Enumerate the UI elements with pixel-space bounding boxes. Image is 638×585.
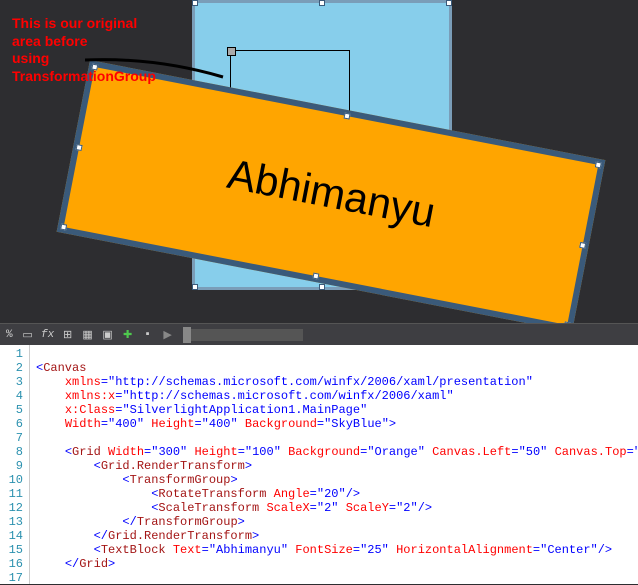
grid-handle-ne[interactable] (595, 161, 602, 168)
line-number: 9 (0, 459, 29, 473)
zoom-slider[interactable] (183, 329, 303, 341)
line-number: 4 (0, 389, 29, 403)
line-number: 12 (0, 501, 29, 515)
line-number: 11 (0, 487, 29, 501)
grid-handle-n[interactable] (343, 112, 350, 119)
snaplines-button[interactable]: ▣ (99, 326, 117, 344)
line-number: 10 (0, 473, 29, 487)
code-content[interactable]: <Canvas xmlns="http://schemas.microsoft.… (30, 345, 638, 584)
line-number: 14 (0, 529, 29, 543)
zoom-fit-button[interactable]: ▭ (19, 326, 37, 344)
line-number: 15 (0, 543, 29, 557)
effects-fx-button[interactable]: fx (39, 326, 57, 344)
snap-toggle-button[interactable]: ▦ (79, 326, 97, 344)
add-button[interactable]: ✚ (119, 326, 137, 344)
annotation-arrow (85, 55, 230, 87)
grid-toggle-button[interactable]: ⊞ (59, 326, 77, 344)
designer-toolbar: % ▭ fx ⊞ ▦ ▣ ✚ ▪ ▶ (0, 323, 638, 345)
line-number: 8 (0, 445, 29, 459)
designer-pane[interactable]: Abhimanyu This is our original area befo… (0, 0, 638, 323)
grid-handle-w[interactable] (76, 144, 83, 151)
grid-handle-sw[interactable] (60, 224, 67, 231)
line-number: 6 (0, 417, 29, 431)
line-number: 3 (0, 375, 29, 389)
line-number: 17 (0, 571, 29, 585)
grid-handle-s[interactable] (312, 272, 319, 279)
annotation-line-2: area before (12, 33, 156, 51)
grid-handle-e[interactable] (579, 241, 586, 248)
code-editor[interactable]: 1234567891011121314151617 <Canvas xmlns=… (0, 345, 638, 584)
comment-button[interactable]: ▪ (139, 326, 157, 344)
line-number: 2 (0, 361, 29, 375)
grid-handle-se[interactable] (564, 321, 571, 323)
play-button[interactable]: ▶ (159, 326, 177, 344)
line-gutter: 1234567891011121314151617 (0, 345, 30, 584)
line-number: 1 (0, 347, 29, 361)
annotation-line-1: This is our original (12, 15, 156, 33)
line-number: 13 (0, 515, 29, 529)
zoom-percent-label: % (2, 329, 17, 341)
line-number: 16 (0, 557, 29, 571)
line-number: 7 (0, 431, 29, 445)
line-number: 5 (0, 403, 29, 417)
